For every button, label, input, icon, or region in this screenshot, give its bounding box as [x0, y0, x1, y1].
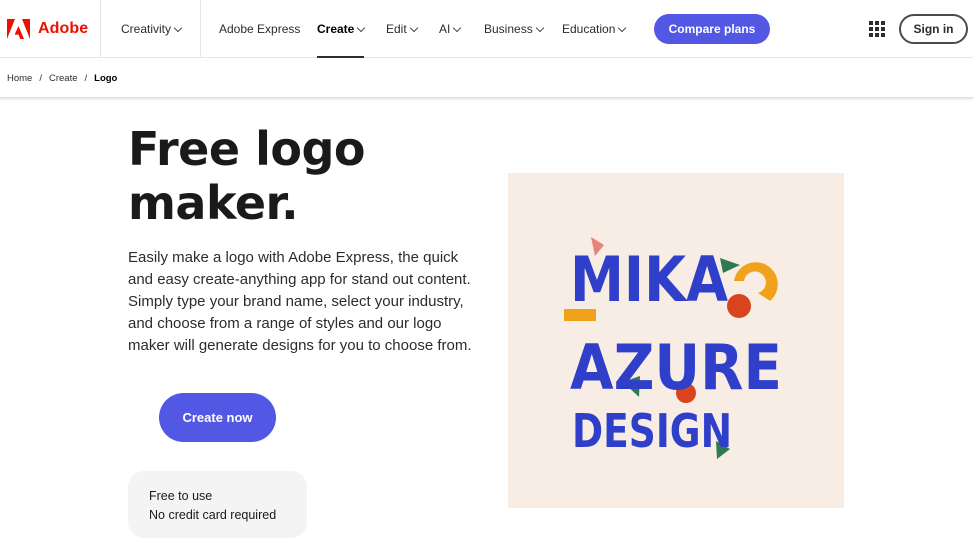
- nav-divider: [200, 0, 201, 58]
- adobe-logo-icon: [7, 19, 30, 39]
- chevron-down-icon: [173, 23, 183, 32]
- logo-illustration: MIKA AZURE DESIGN: [564, 237, 782, 459]
- hero-description: Easily make a logo with Adobe Express, t…: [128, 249, 472, 354]
- no-credit-card-text: No credit card required: [149, 508, 277, 522]
- compare-plans-button[interactable]: Compare plans: [654, 14, 770, 44]
- nav-divider: [100, 0, 101, 58]
- top-navigation: Adobe Creativity Adobe Express Create Ed…: [0, 0, 973, 58]
- free-info-box: Free to use No credit card required: [128, 471, 307, 538]
- nav-adobe-express-label: Adobe Express: [219, 22, 301, 36]
- breadcrumb-separator: /: [39, 72, 42, 84]
- nav-create[interactable]: Create: [317, 0, 366, 58]
- chevron-down-icon: [618, 23, 627, 32]
- red-dot-shape: [727, 294, 751, 318]
- nav-business[interactable]: Business: [484, 0, 544, 58]
- logo-line-1: MIKA: [570, 243, 728, 316]
- logo-line-2: AZURE: [570, 331, 782, 404]
- nav-business-label: Business: [484, 22, 533, 36]
- page-title-line-2: maker.: [128, 176, 299, 230]
- free-to-use-text: Free to use: [149, 489, 213, 503]
- breadcrumb-create[interactable]: Create: [49, 73, 78, 84]
- breadcrumb-home[interactable]: Home: [7, 73, 32, 84]
- nav-creativity-label: Creativity: [121, 22, 172, 36]
- nav-ai[interactable]: AI: [439, 0, 462, 58]
- breadcrumb-separator: /: [84, 72, 88, 84]
- logo-line-3: DESIGN: [572, 404, 732, 458]
- nav-creativity[interactable]: Creativity: [121, 0, 183, 58]
- breadcrumb: Home / Create / Logo: [7, 59, 117, 97]
- nav-edit-label: Edit: [386, 22, 407, 36]
- breadcrumb-current: Logo: [94, 72, 118, 84]
- nav-create-label: Create: [317, 22, 355, 36]
- chevron-down-icon: [357, 23, 366, 32]
- page-title-line-1: Free logo: [128, 122, 365, 176]
- adobe-home-link[interactable]: Adobe: [7, 0, 88, 58]
- create-now-button[interactable]: Create now: [159, 393, 276, 442]
- nav-adobe-express[interactable]: Adobe Express: [219, 0, 300, 58]
- nav-education-label: Education: [562, 22, 616, 36]
- chevron-down-icon: [409, 23, 418, 32]
- chevron-down-icon: [453, 23, 462, 32]
- nav-ai-label: AI: [439, 22, 451, 36]
- sign-in-button[interactable]: Sign in: [899, 14, 968, 44]
- brand-name: Adobe: [38, 20, 89, 37]
- nav-education[interactable]: Education: [562, 0, 627, 58]
- page-title: Free logo maker.: [128, 122, 488, 230]
- logo-example-image: MIKA AZURE DESIGN: [508, 173, 844, 508]
- breadcrumb-divider: [0, 97, 973, 101]
- chevron-down-icon: [535, 23, 544, 32]
- app-grid-icon[interactable]: [869, 21, 885, 37]
- nav-edit[interactable]: Edit: [386, 0, 418, 58]
